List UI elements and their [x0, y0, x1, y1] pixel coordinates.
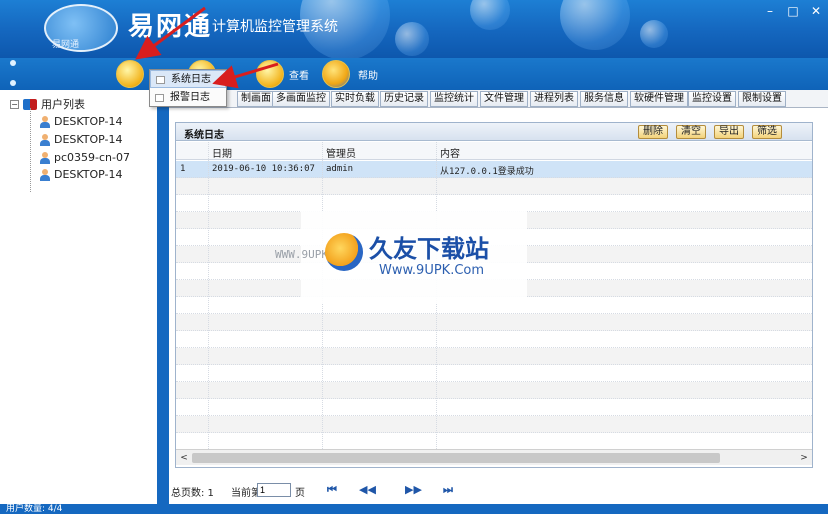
tree-item-user[interactable]: pc0359-cn-07: [40, 151, 130, 164]
tree-item-user[interactable]: DESKTOP-14: [40, 168, 123, 181]
view-menu-label[interactable]: 查看: [289, 67, 309, 82]
decor-bubble: [395, 22, 429, 56]
current-page-input[interactable]: [257, 483, 291, 497]
table-header: 日期 管理员 内容: [176, 142, 812, 160]
status-bar: 用户数量: 4/4: [0, 504, 828, 514]
log-book-icon[interactable]: [116, 60, 144, 88]
menu-item-label: 系统日志: [171, 74, 211, 85]
delete-button[interactable]: 删除: [638, 125, 668, 139]
view-icon[interactable]: [256, 60, 284, 88]
tab-multi-screen[interactable]: 多画面监控: [272, 91, 330, 107]
cell-index: 1: [180, 164, 186, 174]
tree-item-label: DESKTOP-14: [54, 133, 123, 146]
logo-subtext: 易网通: [52, 40, 80, 50]
menu-item-alarm-log[interactable]: 报警日志: [150, 89, 226, 107]
decor-bubble: [470, 0, 510, 30]
collapse-dot-icon[interactable]: [10, 60, 16, 66]
tab-monitor-settings[interactable]: 监控设置: [688, 91, 736, 107]
title-bar: 易网通 易网通 计算机监控管理系统 – □ ✕: [0, 0, 828, 58]
tab-process-list[interactable]: 进程列表: [530, 91, 578, 107]
tab-realtime-load[interactable]: 实时负载: [331, 91, 379, 107]
help-icon[interactable]: [322, 60, 350, 88]
tree-root-users[interactable]: − 用户列表: [10, 96, 85, 112]
cell-content: 从127.0.0.1登录成功: [440, 167, 534, 177]
tab-history[interactable]: 历史记录: [380, 91, 428, 107]
table-row[interactable]: 1 2019-06-10 10:36:07 admin 从127.0.0.1登录成功: [176, 161, 812, 178]
tree-connector: [30, 108, 31, 192]
menu-item-icon: [155, 94, 164, 102]
tab-file-manager[interactable]: 文件管理: [480, 91, 528, 107]
tab-statistics[interactable]: 监控统计: [430, 91, 478, 107]
tree-item-user[interactable]: DESKTOP-14: [40, 115, 123, 128]
menu-item-label: 报警日志: [170, 92, 210, 103]
first-page-button[interactable]: ⏮: [327, 483, 337, 497]
clear-button[interactable]: 清空: [676, 125, 706, 139]
column-divider: [208, 142, 209, 449]
pagination: 总页数: 1 当前第 页 ⏮ ◀◀ ▶▶ ⏭: [169, 480, 828, 500]
scroll-right-button[interactable]: >: [797, 452, 811, 464]
table-row[interactable]: [176, 382, 812, 399]
decor-bubble: [560, 0, 630, 50]
total-pages-label: 总页数: 1: [171, 488, 214, 499]
user-icon: [40, 151, 50, 164]
tab-screen[interactable]: 制画面: [237, 91, 275, 107]
table-row[interactable]: [176, 178, 812, 195]
menu-item-icon: [156, 76, 165, 84]
table-row[interactable]: [176, 314, 812, 331]
menu-item-system-log[interactable]: 系统日志: [150, 70, 226, 88]
table-row[interactable]: [176, 195, 812, 212]
cell-admin: admin: [326, 164, 354, 174]
table-row[interactable]: [176, 416, 812, 433]
panel-title: 系统日志: [184, 130, 224, 141]
watermark-url: Www.9UPK.Com: [379, 263, 485, 278]
app-title: 计算机监控管理系统: [212, 19, 338, 35]
cell-date: 2019-06-10 10:36:07: [212, 164, 315, 174]
help-menu-label[interactable]: 帮助: [358, 67, 378, 82]
maximize-button[interactable]: □: [783, 2, 803, 20]
table-row[interactable]: [176, 399, 812, 416]
tree-collapse-toggle[interactable]: −: [10, 99, 19, 109]
export-button[interactable]: 导出: [714, 125, 744, 139]
next-page-button[interactable]: ▶▶: [405, 483, 422, 496]
watermark: WWW.9UPK.COM 久友下载站 Www.9UPK.Com: [275, 211, 527, 303]
close-button[interactable]: ✕: [806, 2, 826, 20]
function-tabs: 制画面 多画面监控 实时负载 历史记录 监控统计 文件管理 进程列表 服务信息 …: [169, 90, 828, 108]
scroll-thumb[interactable]: [192, 453, 720, 463]
tab-service-info[interactable]: 服务信息: [580, 91, 628, 107]
column-header-content[interactable]: 内容: [440, 145, 460, 160]
filter-button[interactable]: 筛选: [752, 125, 782, 139]
watermark-title: 久友下载站: [369, 234, 489, 263]
user-tree-sidebar: − 用户列表 DESKTOP-14 DESKTOP-14 pc0359-cn-0…: [0, 90, 157, 504]
tree-item-label: DESKTOP-14: [54, 115, 123, 128]
tab-restrict-settings[interactable]: 限制设置: [738, 91, 786, 107]
table-row[interactable]: [176, 331, 812, 348]
column-header-date[interactable]: 日期: [212, 145, 232, 160]
last-page-button[interactable]: ⏭: [443, 483, 453, 497]
brand-name: 易网通: [128, 12, 213, 42]
tree-item-label: pc0359-cn-07: [54, 151, 130, 164]
log-dropdown-menu: 系统日志 报警日志: [149, 69, 227, 107]
table-row[interactable]: [176, 365, 812, 382]
splitter[interactable]: [157, 90, 169, 504]
tree-root-label: 用户列表: [41, 98, 85, 111]
panel-header: 系统日志 删除 清空 导出 筛选: [176, 123, 812, 141]
watermark-logo-icon: [325, 233, 363, 271]
page-suffix-label: 页: [295, 488, 305, 499]
column-header-admin[interactable]: 管理员: [326, 145, 356, 160]
user-icon: [40, 133, 50, 146]
horizontal-scrollbar[interactable]: < >: [176, 449, 812, 465]
decor-bubble: [640, 20, 668, 48]
main-toolbar: 查看 帮助: [0, 58, 828, 90]
scroll-left-button[interactable]: <: [177, 452, 191, 464]
tree-item-label: DESKTOP-14: [54, 168, 123, 181]
user-icon: [40, 168, 50, 181]
table-row[interactable]: [176, 348, 812, 365]
minimize-button[interactable]: –: [760, 2, 780, 20]
user-icon: [40, 115, 50, 128]
prev-page-button[interactable]: ◀◀: [359, 483, 376, 496]
tab-hw-sw-manager[interactable]: 软硬件管理: [630, 91, 688, 107]
collapse-dot-icon[interactable]: [10, 80, 16, 86]
tree-item-user[interactable]: DESKTOP-14: [40, 133, 123, 146]
